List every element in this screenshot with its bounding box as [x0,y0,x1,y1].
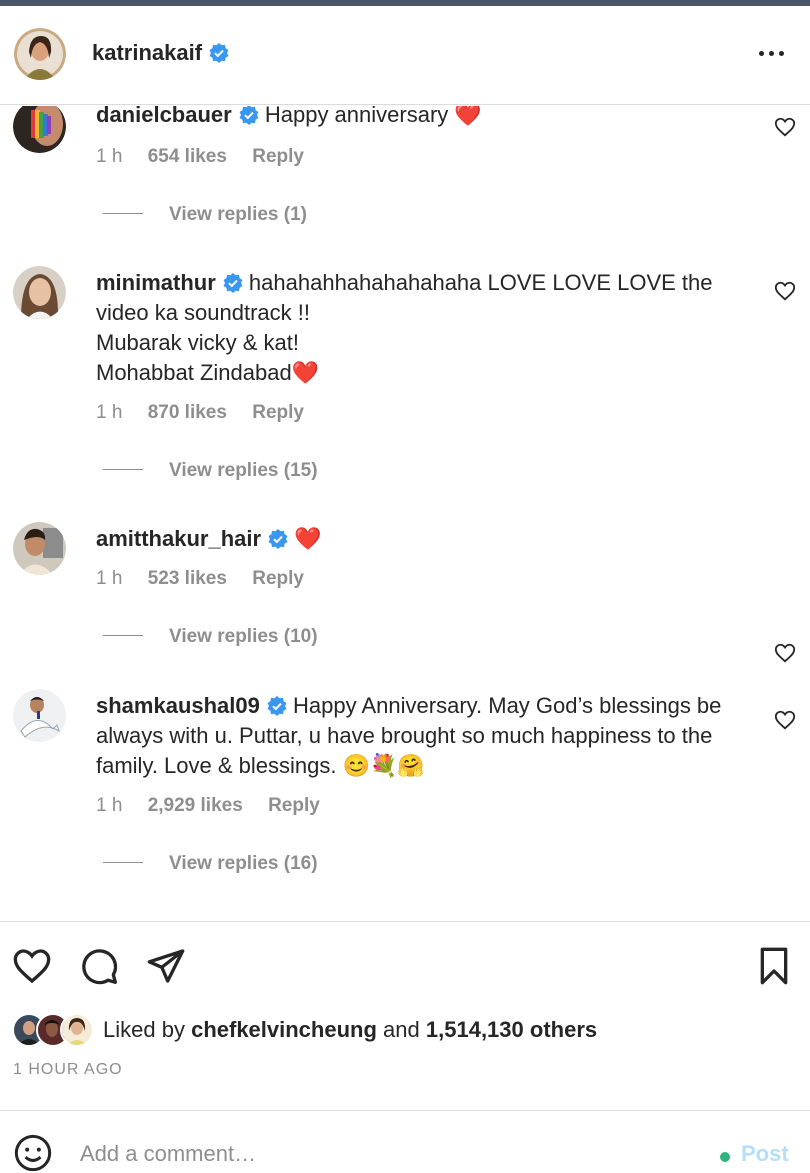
view-replies-button[interactable]: View replies (15) [103,460,318,482]
like-comment-heart-icon[interactable] [774,280,796,302]
comment-icon[interactable] [79,946,119,986]
commenter-username[interactable]: amitthakur_hair [96,526,261,551]
replies-dash [103,213,143,214]
comment-likes[interactable]: 870 likes [148,402,227,423]
view-replies-button[interactable]: View replies (10) [103,626,318,648]
commenter-avatar[interactable] [13,106,66,153]
comment-body: ❤️ [294,526,322,551]
liked-by-user[interactable]: chefkelvincheung [191,1017,377,1042]
comment-likes[interactable]: 2,929 likes [148,795,243,816]
comment-text: danielcbauer Happy anniversary ❤️ [96,106,756,130]
commenter-username[interactable]: shamkaushal09 [96,693,260,718]
post-comment-button[interactable]: Post [741,1141,789,1167]
like-comment-heart-icon[interactable] [774,709,796,731]
liked-by-avatars[interactable] [12,1013,98,1047]
share-icon[interactable] [146,946,186,986]
comment-meta: 1 h 523 likes Reply [96,568,324,590]
liked-by-prefix: Liked by [103,1017,185,1042]
status-dot [720,1152,730,1162]
comment-time[interactable]: 1 h [96,795,122,816]
reply-button[interactable]: Reply [268,795,320,816]
comment-time[interactable]: 1 h [96,146,122,167]
comment-text: minimathur hahahahhahahahahaha LOVE LOVE… [96,268,756,388]
comment-meta: 1 h 2,929 likes Reply [96,795,340,817]
view-replies-label[interactable]: View replies (16) [169,853,318,874]
comment-box-divider [0,1110,810,1111]
author-username-text[interactable]: katrinakaif [92,40,202,65]
like-comment-heart-icon[interactable] [774,116,796,138]
replies-dash [103,862,143,863]
liker-avatar [60,1013,94,1047]
comment-text: amitthakur_hair ❤️ [96,524,756,554]
commenter-avatar[interactable] [13,266,66,319]
comment-time[interactable]: 1 h [96,568,122,589]
reply-button[interactable]: Reply [252,402,304,423]
comment-text: shamkaushal09 Happy Anniversary. May God… [96,691,756,781]
commenter-username[interactable]: minimathur [96,270,216,295]
post-timestamp[interactable]: 1 HOUR AGO [13,1061,123,1079]
comment-likes[interactable]: 523 likes [148,568,227,589]
section-divider [0,921,810,922]
liked-by-text: Liked by chefkelvincheung and 1,514,130 … [103,1017,597,1043]
emoji-icon[interactable] [13,1133,53,1173]
like-post-heart-icon[interactable] [12,946,52,986]
author-username[interactable]: katrinakaif [92,40,229,66]
liked-by-others[interactable]: 1,514,130 others [426,1017,597,1042]
reply-button[interactable]: Reply [252,568,304,589]
add-comment-input[interactable] [80,1136,680,1172]
comment-body: Happy anniversary ❤️ [264,106,482,127]
comment-meta: 1 h 870 likes Reply [96,402,324,424]
commenter-avatar[interactable] [13,689,66,742]
verified-badge-icon [267,696,287,716]
commenter-username[interactable]: danielcbauer [96,106,232,127]
comment-likes[interactable]: 654 likes [148,146,227,167]
view-replies-label[interactable]: View replies (10) [169,626,318,647]
verified-badge-icon [209,43,229,63]
verified-badge-icon [239,106,259,125]
comment-meta: 1 h 654 likes Reply [96,146,324,168]
author-avatar[interactable] [14,28,66,80]
verified-badge-icon [223,273,243,293]
comment-time[interactable]: 1 h [96,402,122,423]
replies-dash [103,635,143,636]
replies-dash [103,469,143,470]
comments-list: danielcbauer Happy anniversary ❤️ 1 h 65… [0,106,810,921]
view-replies-label[interactable]: View replies (1) [169,204,307,225]
post-header: katrinakaif [0,6,810,105]
view-replies-button[interactable]: View replies (16) [103,853,318,875]
view-replies-label[interactable]: View replies (15) [169,460,318,481]
more-options-icon[interactable] [756,38,788,68]
verified-badge-icon [268,529,288,549]
like-comment-heart-icon[interactable] [774,642,796,664]
view-replies-button[interactable]: View replies (1) [103,204,307,226]
reply-button[interactable]: Reply [252,146,304,167]
bookmark-icon[interactable] [754,946,794,986]
liked-by-and: and [383,1017,420,1042]
commenter-avatar[interactable] [13,522,66,575]
